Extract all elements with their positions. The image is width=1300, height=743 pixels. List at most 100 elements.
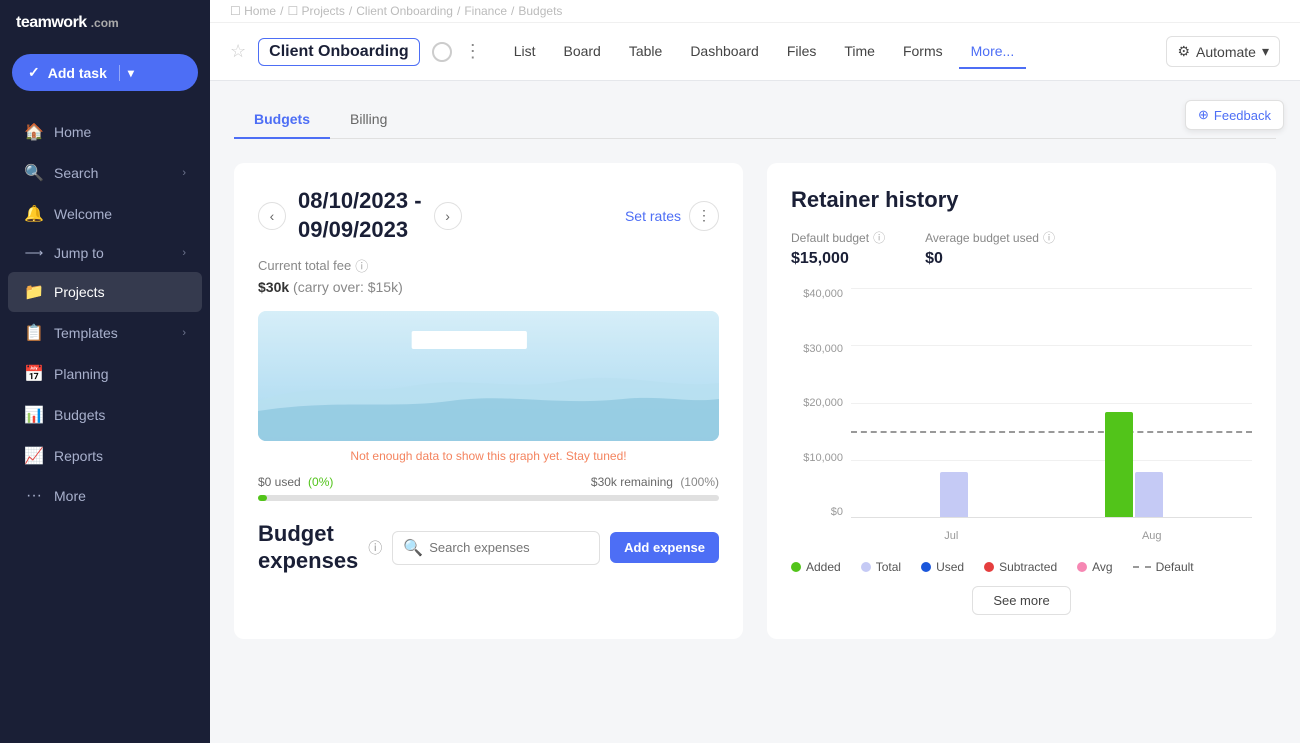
tab-budgets[interactable]: Budgets [234, 101, 330, 139]
retainer-bar-chart: $40,000 $30,000 $20,000 $10,000 $0 [791, 288, 1252, 615]
page-tabs: Budgets Billing [234, 101, 1276, 139]
calendar-icon: 📅 [24, 364, 44, 384]
add-task-button[interactable]: ✓ Add task ▾ [12, 54, 198, 91]
add-expense-button[interactable]: Add expense [610, 532, 719, 563]
remaining-label: $30k remaining (100%) [591, 475, 719, 489]
y-label-0: $0 [791, 506, 851, 518]
y-label-30k: $30,000 [791, 343, 851, 355]
progress-bar [258, 495, 719, 501]
default-budget-value: $15,000 [791, 250, 885, 268]
legend-used: Used [921, 560, 964, 574]
bar-aug-added [1105, 412, 1133, 517]
sidebar-item-jump-to[interactable]: ⟶ Jump to › [8, 235, 202, 271]
project-name[interactable]: Client Onboarding [258, 38, 420, 66]
expenses-info-icon[interactable]: ⓘ [368, 538, 382, 558]
budget-chart [258, 311, 719, 441]
bar-group-jul [940, 472, 968, 517]
legend-dot-pink [1077, 562, 1087, 572]
sidebar-item-home[interactable]: 🏠 Home [8, 112, 202, 152]
legend-dot-red [984, 562, 994, 572]
legend-added: Added [791, 560, 841, 574]
home-icon: 🏠 [24, 122, 44, 142]
tab-billing[interactable]: Billing [330, 101, 407, 139]
sidebar-item-more[interactable]: ··· More [8, 477, 202, 515]
breadcrumb-text: Client Onboarding [356, 4, 453, 18]
star-icon[interactable]: ☆ [230, 41, 246, 62]
feedback-button[interactable]: ⊕ Feedback [1185, 100, 1284, 130]
fee-amount: $30k (carry over: $15k) [258, 279, 719, 295]
bar-aug-total [1135, 472, 1163, 517]
tab-time[interactable]: Time [832, 35, 887, 69]
tab-more[interactable]: More... [959, 35, 1027, 69]
jump-icon: ⟶ [24, 245, 44, 261]
tab-list[interactable]: List [502, 35, 548, 69]
area-chart-svg [258, 311, 719, 441]
avg-budget-value: $0 [925, 250, 1055, 268]
chart-message: Not enough data to show this graph yet. … [258, 449, 719, 463]
app-logo: teamwork.com [0, 0, 210, 46]
tab-dashboard[interactable]: Dashboard [678, 35, 771, 69]
bar-jul-total [940, 472, 968, 517]
budget-date-range: 08/10/2023 - 09/09/2023 [298, 187, 422, 244]
check-icon: ✓ [28, 64, 40, 81]
info-icon: ⓘ [873, 229, 885, 246]
sidebar-item-templates[interactable]: 📋 Templates › [8, 313, 202, 353]
content-area: ⊕ Feedback Budgets Billing ‹ 08/10/20 [210, 81, 1300, 743]
tab-board[interactable]: Board [551, 35, 612, 69]
tab-files[interactable]: Files [775, 35, 829, 69]
x-labels: Jul Aug [851, 530, 1252, 542]
x-label-jul: Jul [921, 530, 981, 542]
legend-dot-blue-light [861, 562, 871, 572]
see-more-button[interactable]: See more [972, 586, 1070, 615]
sidebar-item-budgets[interactable]: 📊 Budgets [8, 395, 202, 435]
sidebar-item-reports[interactable]: 📈 Reports [8, 436, 202, 476]
search-icon: 🔍 [24, 163, 44, 183]
more-options-icon[interactable]: ⋮ [464, 41, 482, 62]
legend-dot-green [791, 562, 801, 572]
divider [119, 65, 120, 81]
retainer-title: Retainer history [791, 187, 1252, 213]
bar-group-aug [1105, 412, 1163, 517]
bar-chart-inner: $40,000 $30,000 $20,000 $10,000 $0 [791, 288, 1252, 548]
x-label-aug: Aug [1122, 530, 1182, 542]
search-expenses-input[interactable]: 🔍 [392, 531, 600, 565]
legend-default: Default [1133, 560, 1194, 574]
prev-period-button[interactable]: ‹ [258, 202, 286, 230]
set-rates-button[interactable]: Set rates [625, 208, 681, 224]
y-axis: $40,000 $30,000 $20,000 $10,000 $0 [791, 288, 851, 518]
breadcrumb-text: ☐ Projects [287, 4, 344, 18]
expenses-search-field[interactable] [429, 540, 589, 555]
info-icon: ⓘ [355, 256, 368, 275]
info-icon: ⓘ [1043, 229, 1055, 246]
breadcrumb-text: Budgets [518, 4, 562, 18]
tab-table[interactable]: Table [617, 35, 674, 69]
chart-legend: Added Total Used Subtracted [791, 560, 1252, 574]
tab-forms[interactable]: Forms [891, 35, 955, 69]
sidebar-item-planning[interactable]: 📅 Planning [8, 354, 202, 394]
next-period-button[interactable]: › [434, 202, 462, 230]
sidebar-item-search[interactable]: 🔍 Search › [8, 153, 202, 193]
feedback-icon: ⊕ [1198, 107, 1209, 123]
automate-button[interactable]: ⚙ Automate ▾ [1166, 36, 1280, 67]
legend-dot-blue [921, 562, 931, 572]
automate-icon: ⚙ [1177, 43, 1190, 60]
separator: / [457, 4, 460, 18]
avg-budget-label: Average budget used ⓘ [925, 229, 1055, 246]
progress-fill [258, 495, 267, 501]
budget-expenses-header: Budget expenses ⓘ 🔍 Add expense [258, 521, 719, 574]
y-label-40k: $40,000 [791, 288, 851, 300]
sidebar-item-welcome[interactable]: 🔔 Welcome [8, 194, 202, 234]
budget-more-button[interactable]: ⋮ [689, 201, 719, 231]
fee-carry: (carry over: $15k) [293, 279, 403, 295]
budget-panel: ‹ 08/10/2023 - 09/09/2023 › Set rates ⋮ [234, 163, 743, 639]
logo-text: teamwork [16, 14, 87, 32]
breadcrumb-text: ☐ Home [230, 4, 276, 18]
sidebar-item-projects[interactable]: 📁 Projects [8, 272, 202, 312]
status-circle[interactable] [432, 42, 452, 62]
budget-stats: Default budget ⓘ $15,000 Average budget … [791, 229, 1252, 268]
progress-labels: $0 used (0%) $30k remaining (100%) [258, 475, 719, 489]
used-label: $0 used (0%) [258, 475, 333, 489]
separator: / [349, 4, 352, 18]
aug-bars [1105, 412, 1163, 517]
main-area: ☐ Home / ☐ Projects / Client Onboarding … [210, 0, 1300, 743]
